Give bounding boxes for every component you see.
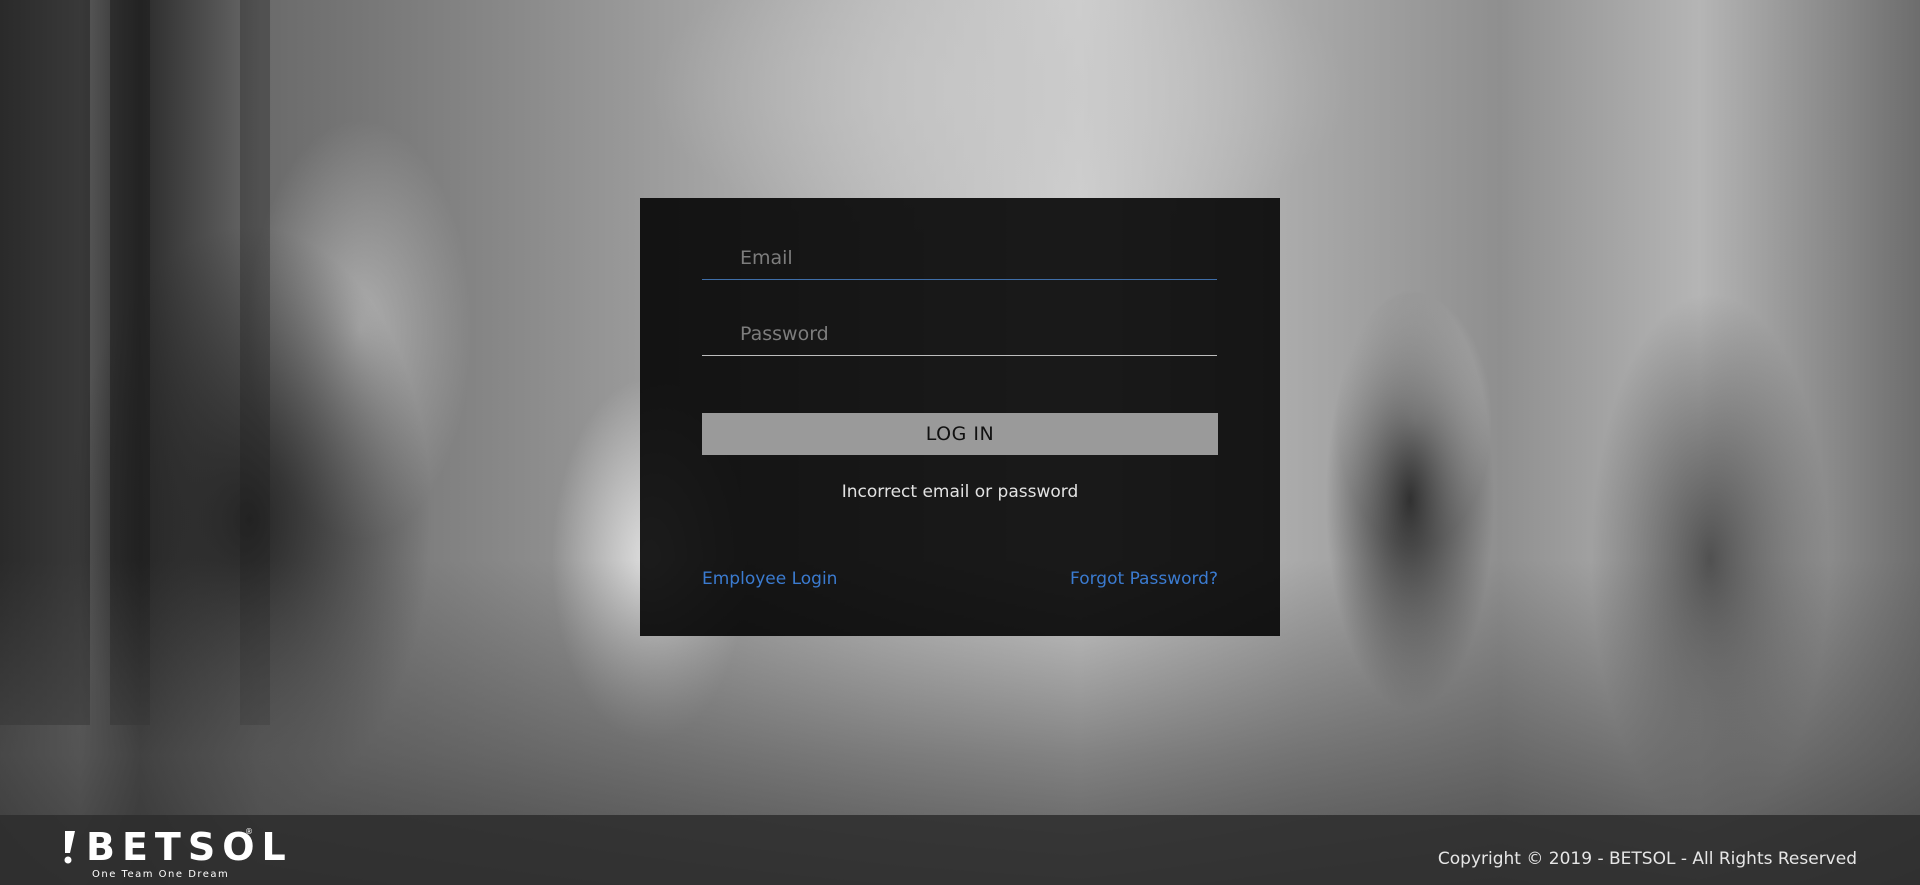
betsol-logo: BETSOL ® One Team One Dream xyxy=(62,827,286,881)
login-panel: LOG IN Incorrect email or password Emplo… xyxy=(640,198,1280,636)
password-field[interactable] xyxy=(702,312,1217,356)
employee-login-link[interactable]: Employee Login xyxy=(702,569,837,589)
logo-registered-mark: ® xyxy=(245,827,253,836)
login-button[interactable]: LOG IN xyxy=(702,413,1218,455)
copyright-text: Copyright © 2019 - BETSOL - All Rights R… xyxy=(1437,849,1857,869)
betsol-logo-mark-icon xyxy=(62,829,76,867)
footer: BETSOL ® One Team One Dream Copyright © … xyxy=(0,815,1920,885)
error-message: Incorrect email or password xyxy=(841,482,1079,502)
login-page: LOG IN Incorrect email or password Emplo… xyxy=(0,0,1920,885)
logo-text: BETSOL xyxy=(86,825,293,869)
logo-tagline: One Team One Dream xyxy=(92,869,230,880)
forgot-password-link[interactable]: Forgot Password? xyxy=(1070,569,1218,589)
email-field[interactable] xyxy=(702,236,1217,280)
